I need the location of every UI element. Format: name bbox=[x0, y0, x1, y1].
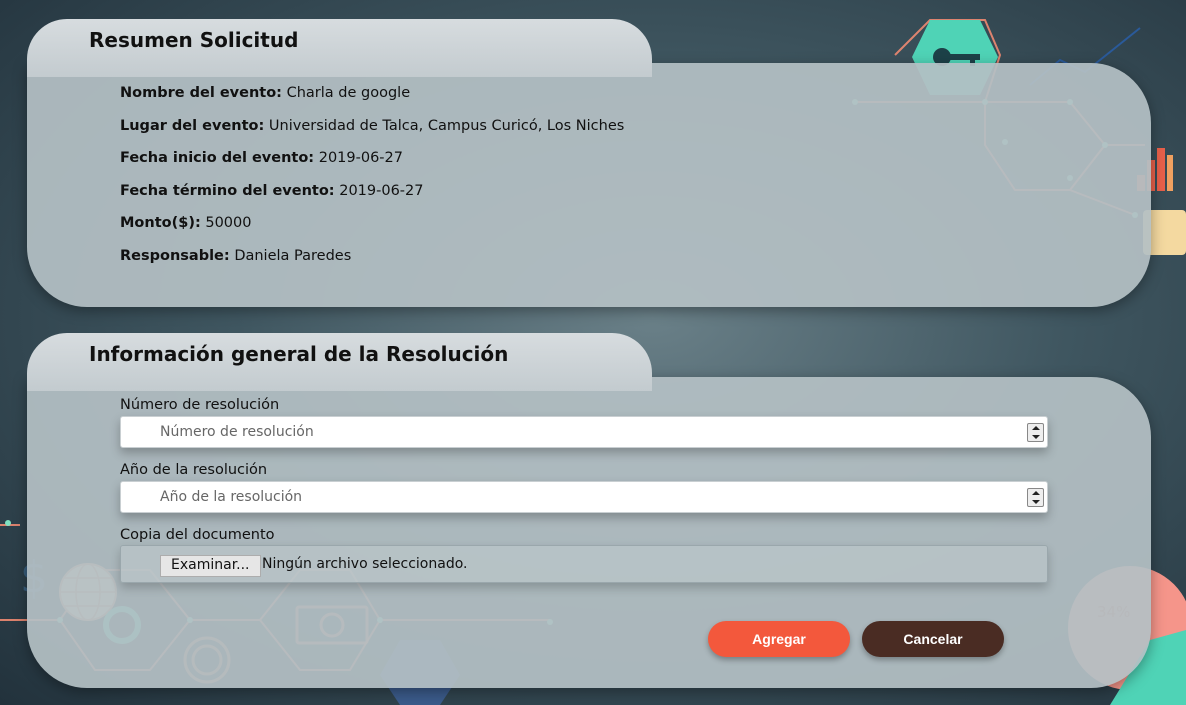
no-file-text: Ningún archivo seleccionado. bbox=[262, 556, 468, 572]
summary-row-event-place: Lugar del evento: Universidad de Talca, … bbox=[120, 117, 625, 134]
resolution-title: Información general de la Resolución bbox=[89, 342, 509, 366]
summary-list: Nombre del evento: Charla de google Luga… bbox=[120, 83, 624, 278]
summary-title: Resumen Solicitud bbox=[89, 28, 299, 52]
document-copy-label: Copia del documento bbox=[120, 527, 275, 543]
summary-row-responsible: Responsable: Daniela Paredes bbox=[120, 247, 352, 264]
summary-row-start-date: Fecha inicio del evento: 2019-06-27 bbox=[120, 150, 403, 166]
resolution-number-field bbox=[120, 416, 1048, 448]
resolution-year-field bbox=[120, 481, 1048, 513]
document-file-input[interactable]: Examinar... Ningún archivo seleccionado. bbox=[120, 545, 1048, 583]
resolution-year-spinner[interactable] bbox=[1027, 488, 1044, 507]
add-button[interactable]: Agregar bbox=[708, 621, 850, 657]
resolution-tab: Información general de la Resolución bbox=[27, 333, 652, 391]
cancel-button[interactable]: Cancelar bbox=[862, 621, 1004, 657]
resolution-number-label: Número de resolución bbox=[120, 397, 280, 413]
resolution-year-input[interactable] bbox=[158, 488, 1022, 506]
summary-row-event-name: Nombre del evento: Charla de google bbox=[120, 85, 411, 101]
spinner-up-icon[interactable] bbox=[1031, 426, 1040, 431]
summary-row-end-date: Fecha término del evento: 2019-06-27 bbox=[120, 182, 424, 199]
resolution-year-label: Año de la resolución bbox=[120, 462, 268, 478]
browse-button[interactable]: Examinar... bbox=[160, 555, 261, 577]
spinner-down-icon[interactable] bbox=[1031, 434, 1040, 439]
spinner-down-icon[interactable] bbox=[1031, 499, 1040, 504]
summary-tab: Resumen Solicitud bbox=[27, 19, 652, 77]
resolution-panel: Número de resolución Año de la resolució… bbox=[27, 377, 1151, 688]
resolution-number-input[interactable] bbox=[158, 423, 1022, 441]
spinner-up-icon[interactable] bbox=[1031, 491, 1040, 496]
summary-panel: Nombre del evento: Charla de google Luga… bbox=[27, 63, 1151, 307]
summary-row-amount: Monto($): 50000 bbox=[120, 215, 252, 231]
resolution-number-spinner[interactable] bbox=[1027, 423, 1044, 442]
